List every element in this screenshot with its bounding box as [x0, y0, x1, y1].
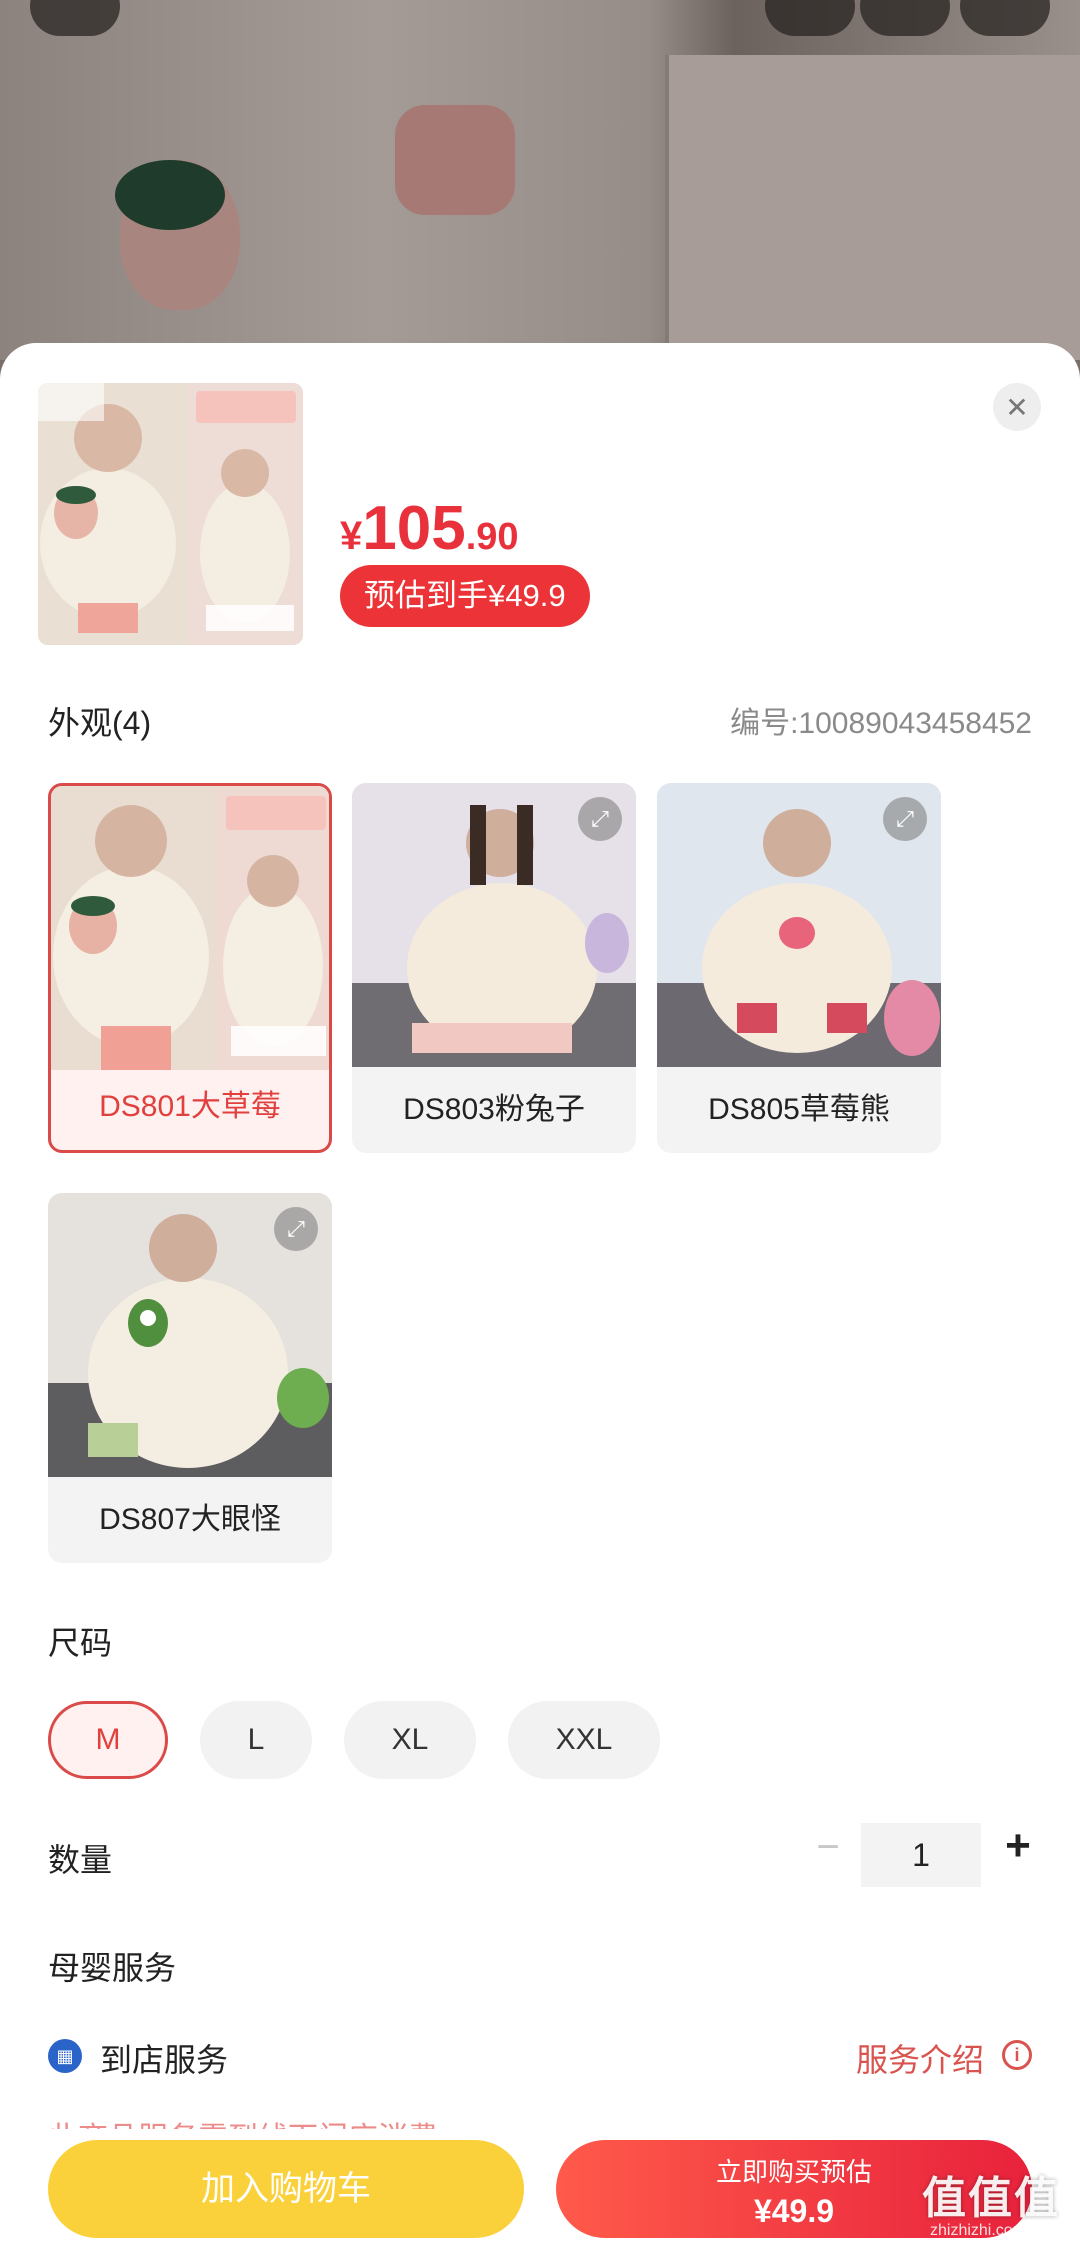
expand-icon[interactable]: ⤢: [883, 797, 927, 841]
variant-label: DS801大草莓: [99, 1090, 281, 1123]
background-product-photo: [0, 0, 1080, 360]
expand-icon[interactable]: ⤢: [274, 1207, 318, 1251]
size-title: 尺码: [48, 1625, 113, 1661]
size-option-m[interactable]: M: [48, 1701, 168, 1779]
watermark-logo: 值值值: [922, 2174, 1060, 2223]
variant-label: DS805草莓熊: [708, 1093, 890, 1126]
info-icon[interactable]: i: [1002, 2040, 1032, 2070]
photo-frame: [665, 55, 1080, 360]
strawberry-leaf: [115, 160, 225, 230]
store-icon: ▦: [48, 2039, 82, 2073]
share-button[interactable]: [860, 0, 950, 36]
close-icon: ✕: [1005, 391, 1029, 423]
quantity-input[interactable]: 1: [861, 1823, 981, 1887]
variant-label: DS807大眼怪: [99, 1503, 281, 1536]
service-intro-link[interactable]: 服务介绍: [856, 2035, 984, 2081]
quantity-increase-button[interactable]: +: [998, 1821, 1038, 1871]
product-serial: 编号:10089043458452: [730, 707, 1032, 740]
service-note: 此商品服务需到线下门店消费: [48, 2113, 438, 2129]
expand-icon[interactable]: ⤢: [578, 797, 622, 841]
currency-symbol: ¥: [340, 514, 363, 558]
estimated-price-badge: 预估到手¥49.9: [340, 565, 590, 627]
quantity-title: 数量: [48, 1842, 113, 1878]
size-option-l[interactable]: L: [200, 1701, 312, 1779]
maternal-service-title: 母婴服务: [48, 1950, 177, 1986]
price-integer: 105: [362, 494, 466, 563]
watermark-url: zhizhizhi.com: [930, 2222, 1027, 2239]
price-decimal: .90: [465, 516, 519, 558]
back-button[interactable]: [30, 0, 120, 36]
variant-card-ds807[interactable]: ⤢ DS807大眼怪: [48, 1193, 332, 1563]
variant-card-ds803[interactable]: ⤢ DS803粉兔子: [352, 783, 636, 1153]
size-option-xl[interactable]: XL: [344, 1701, 476, 1779]
favorite-button[interactable]: [765, 0, 855, 36]
more-button[interactable]: [960, 0, 1050, 36]
variant-image: [51, 786, 329, 1070]
product-thumbnail[interactable]: [38, 383, 303, 645]
appearance-title: 外观(4): [48, 705, 152, 741]
close-button[interactable]: ✕: [993, 383, 1041, 431]
quantity-decrease-button[interactable]: −: [808, 1825, 848, 1870]
add-to-cart-button[interactable]: 加入购物车: [48, 2140, 524, 2238]
variant-card-ds801[interactable]: DS801大草莓: [48, 783, 332, 1153]
size-option-xxl[interactable]: XXL: [508, 1701, 660, 1779]
variant-label: DS803粉兔子: [403, 1093, 585, 1126]
price: ¥105.90: [340, 493, 519, 564]
variant-card-ds805[interactable]: ⤢ DS805草莓熊: [657, 783, 941, 1153]
sleeve-cuff: [395, 105, 515, 215]
sku-selector-sheet: ✕ ¥105.90 预估到手¥49.9 外观(4) 编号:10089043458…: [0, 343, 1080, 2255]
in-store-service-label: 到店服务: [100, 2042, 229, 2078]
